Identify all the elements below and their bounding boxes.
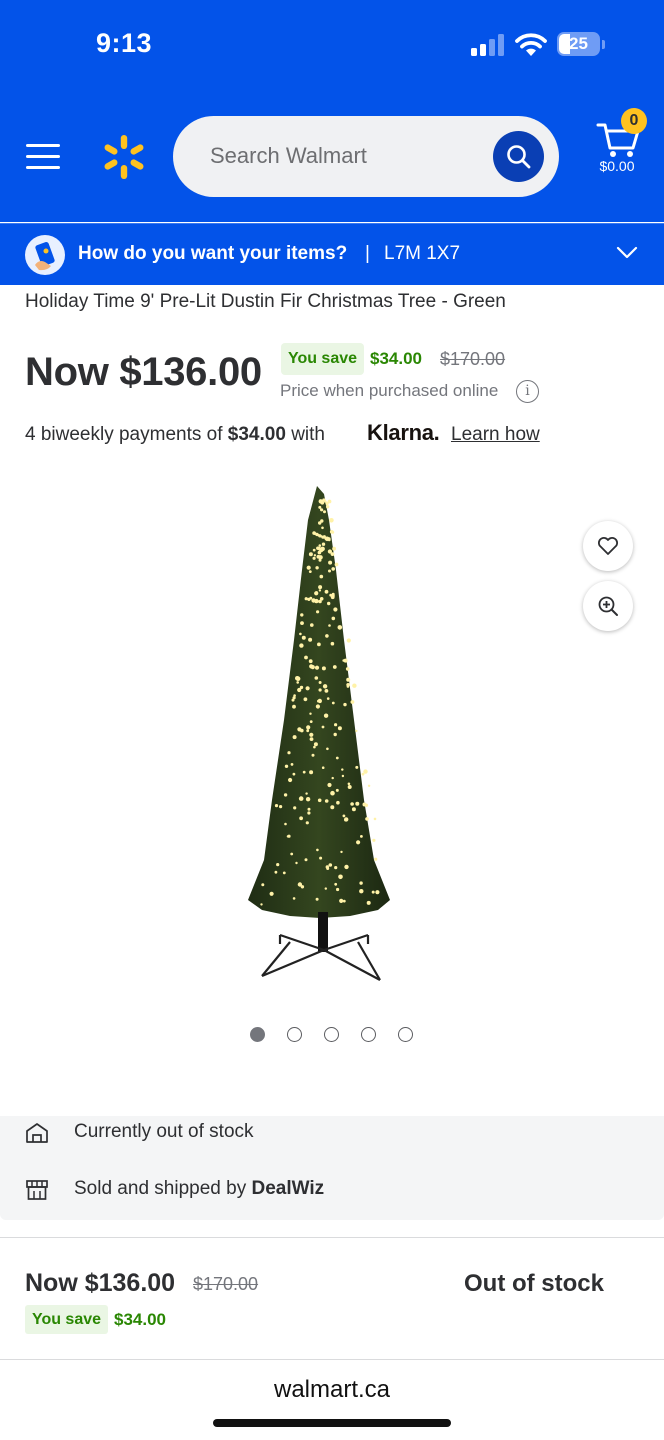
carousel-dot[interactable] bbox=[250, 1027, 265, 1042]
store-icon bbox=[26, 1123, 48, 1143]
sticky-you-save-badge: You save bbox=[25, 1305, 108, 1334]
was-price: $170.00 bbox=[440, 349, 506, 369]
wifi-icon bbox=[515, 33, 547, 56]
app-header: 9:13 25 Search Walmart 0 $0.00 bbox=[0, 0, 664, 222]
klarna-learn-how-link[interactable]: Learn how bbox=[451, 424, 540, 446]
carousel-dot[interactable] bbox=[324, 1027, 339, 1042]
sold-by-text: Sold and shipped by DealWiz bbox=[74, 1178, 324, 1200]
availability-panel: Currently out of stock Sold and shipped … bbox=[0, 1116, 664, 1220]
fulfillment-selector[interactable]: How do you want your items? | L7M 1X7 bbox=[0, 223, 664, 285]
sticky-you-save-amount: $34.00 bbox=[114, 1310, 166, 1329]
chevron-down-icon[interactable] bbox=[616, 244, 638, 260]
search-icon bbox=[507, 145, 531, 169]
divider bbox=[0, 1237, 664, 1238]
klarna-prefix: 4 biweekly payments of bbox=[25, 424, 223, 445]
sticky-was-price: $170.00 bbox=[193, 1274, 259, 1294]
seller-storefront-icon bbox=[26, 1180, 48, 1200]
carousel-dot[interactable] bbox=[287, 1027, 302, 1042]
seller-name-link[interactable]: DealWiz bbox=[251, 1178, 324, 1199]
klarna-with: with bbox=[291, 424, 325, 445]
sticky-price: Now $136.00 bbox=[25, 1269, 176, 1297]
stock-status: Currently out of stock bbox=[74, 1121, 254, 1142]
klarna-amount: $34.00 bbox=[227, 424, 286, 445]
info-icon[interactable]: i bbox=[516, 380, 539, 403]
product-title: Holiday Time 9' Pre-Lit Dustin Fir Chris… bbox=[25, 291, 506, 312]
menu-button[interactable] bbox=[24, 140, 62, 172]
cart-total: $0.00 bbox=[599, 158, 635, 174]
current-price: Now $136.00 bbox=[25, 350, 262, 394]
delivery-phone-icon bbox=[25, 235, 65, 275]
home-indicator[interactable] bbox=[213, 1419, 451, 1427]
divider bbox=[0, 1359, 664, 1360]
search-input[interactable]: Search Walmart bbox=[173, 116, 559, 197]
klarna-logo: Klarna. bbox=[367, 420, 440, 445]
product-image[interactable] bbox=[240, 480, 410, 990]
you-save-badge: You save bbox=[281, 343, 364, 375]
search-button[interactable] bbox=[493, 131, 544, 182]
fulfillment-question: How do you want your items? bbox=[78, 243, 348, 264]
favorite-button[interactable] bbox=[583, 521, 633, 571]
heart-icon bbox=[597, 537, 619, 555]
you-save-amount: $34.00 bbox=[370, 349, 422, 368]
walmart-spark-logo[interactable] bbox=[101, 134, 147, 180]
carousel-dot[interactable] bbox=[361, 1027, 376, 1042]
fulfillment-separator: | bbox=[365, 243, 370, 264]
carousel-dot[interactable] bbox=[398, 1027, 413, 1042]
zoom-in-icon bbox=[598, 596, 618, 616]
browser-url[interactable]: walmart.ca bbox=[0, 1376, 664, 1404]
battery-icon: 25 bbox=[557, 32, 605, 58]
sold-by-prefix: Sold and shipped by bbox=[74, 1178, 247, 1199]
battery-level: 25 bbox=[569, 34, 588, 53]
out-of-stock-label: Out of stock bbox=[464, 1270, 605, 1297]
zoom-button[interactable] bbox=[583, 581, 633, 631]
cart-count-badge: 0 bbox=[621, 108, 647, 134]
postal-code: L7M 1X7 bbox=[384, 243, 461, 264]
price-note: Price when purchased online bbox=[280, 381, 499, 400]
cellular-signal-icon bbox=[471, 34, 504, 56]
search-placeholder: Search Walmart bbox=[210, 143, 367, 168]
klarna-payment-text: 4 biweekly payments of $34.00 with bbox=[25, 424, 325, 446]
status-time: 9:13 bbox=[96, 28, 153, 58]
